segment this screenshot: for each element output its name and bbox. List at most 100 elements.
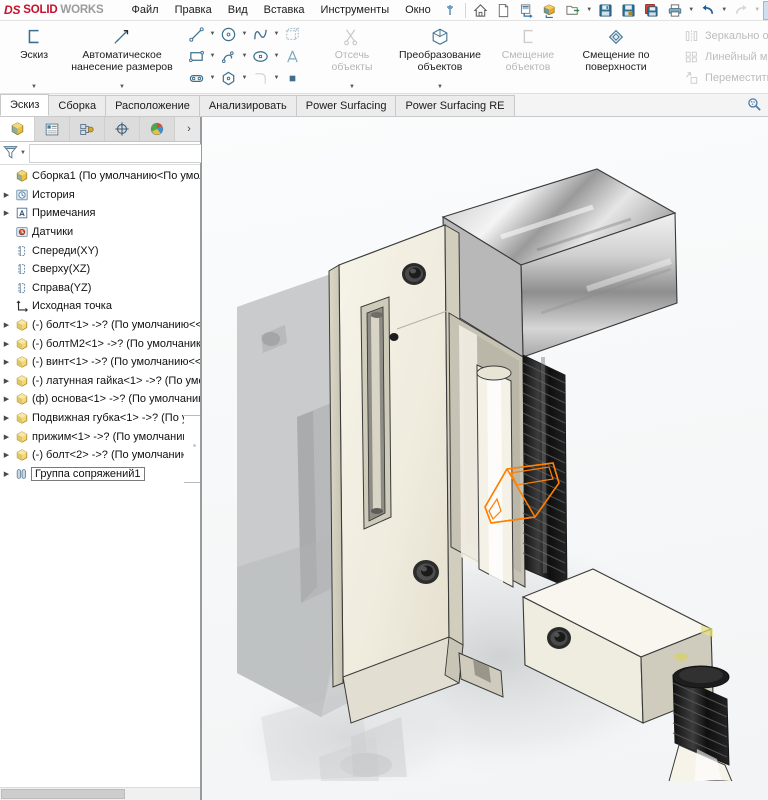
rectangle-caret[interactable]: ▼ [208, 53, 217, 59]
tab-evaluate[interactable]: Анализировать [198, 95, 297, 116]
polygon-tool[interactable]: ▼ [217, 67, 249, 89]
mate-manager-tab[interactable] [105, 117, 140, 141]
tree-arrow[interactable]: ▶ [0, 191, 13, 199]
redo-icon[interactable] [730, 1, 752, 20]
tree-arrow[interactable]: ▶ [0, 340, 13, 348]
sketch-button[interactable]: Эскиз ▼ [2, 21, 66, 93]
tree-node-front-plane[interactable]: ▶ Спереди(XY) [0, 241, 200, 260]
scrollbar-thumb[interactable] [1, 789, 125, 799]
open-folder-icon[interactable] [562, 1, 584, 20]
tree-arrow[interactable]: ▶ [0, 395, 13, 403]
circle-tool[interactable]: ▼ [217, 23, 249, 45]
tree-node-component-brass-nut-1[interactable]: ▶ (-) латунная гайка<1> ->? (По умо [0, 372, 200, 391]
graphics-viewport[interactable] [201, 117, 768, 800]
offset-entities-button[interactable]: Смещение объектов [496, 21, 560, 93]
display-manager-tab[interactable] [140, 117, 175, 141]
tree-node-component-base-1[interactable]: ▶ (ф) основа<1> ->? (По умолчаник [0, 390, 200, 409]
arc-caret[interactable]: ▼ [240, 53, 249, 59]
line-tool[interactable]: ▼ [185, 23, 217, 45]
tab-power-surfacing[interactable]: Power Surfacing [295, 95, 397, 116]
tree-node-history[interactable]: ▶ История [0, 186, 200, 205]
trim-entities-caret[interactable]: ▼ [349, 84, 355, 93]
polygon-caret[interactable]: ▼ [240, 75, 249, 81]
spline-caret[interactable]: ▼ [272, 31, 281, 37]
ellipse-caret[interactable]: ▼ [272, 53, 281, 59]
print-dropdown-caret[interactable]: ▼ [687, 1, 696, 20]
menu-item-edit[interactable]: Правка [167, 2, 220, 18]
auto-dimension-button[interactable]: Автоматическое нанесение размеров ▼ [66, 21, 178, 93]
undo-dropdown-caret[interactable]: ▼ [720, 1, 729, 20]
menu-item-file[interactable]: Файл [124, 2, 167, 18]
convert-entities-caret[interactable]: ▼ [437, 84, 443, 93]
slot-caret[interactable]: ▼ [208, 75, 217, 81]
open-dropdown-caret[interactable]: ▼ [585, 1, 594, 20]
tab-sketch[interactable]: Эскиз [0, 94, 50, 116]
slot-tool[interactable]: ▼ [185, 67, 217, 89]
auto-dimension-dropdown-caret[interactable]: ▼ [119, 84, 125, 93]
select-cursor-icon[interactable] [762, 0, 768, 20]
rectangle-tool[interactable]: ▼ [185, 45, 217, 67]
menu-item-window[interactable]: Окно [397, 2, 439, 18]
tree-node-component-clamp-1[interactable]: ▶ прижим<1> ->? (По умолчанию< [0, 427, 200, 446]
fillet-caret[interactable]: ▼ [272, 75, 281, 81]
print-icon[interactable] [664, 1, 686, 20]
tab-layout[interactable]: Расположение [105, 95, 200, 116]
filter-caret[interactable]: ▼ [19, 150, 26, 156]
tree-arrow[interactable]: ▶ [0, 358, 13, 366]
linear-pattern-row[interactable]: Линейный массив эскиза ▼ [680, 47, 768, 68]
offset-on-surface-button[interactable]: Смещение по поверхности [560, 21, 672, 93]
tree-arrow[interactable]: ▶ [0, 414, 13, 422]
property-manager-tab[interactable] [35, 117, 70, 141]
arc-tool[interactable]: ▼ [217, 45, 249, 67]
fillet-tool[interactable]: ▼ [249, 67, 281, 89]
line-caret[interactable]: ▼ [208, 31, 217, 37]
circle-caret[interactable]: ▼ [240, 31, 249, 37]
search-magnifier-icon[interactable] [747, 97, 762, 115]
open-document-icon[interactable] [516, 1, 538, 20]
save-icon[interactable] [595, 1, 617, 20]
tree-node-top-plane[interactable]: ▶ Сверху(XZ) [0, 260, 200, 279]
tree-node-component-bolt-2[interactable]: ▶ (-) болт<2> ->? (По умолчанию<< [0, 446, 200, 465]
tree-node-right-plane[interactable]: ▶ Справа(YZ) [0, 279, 200, 298]
3d-sketch-tool[interactable] [281, 23, 313, 45]
trim-entities-button[interactable]: Отсечь объекты ▼ [320, 21, 384, 93]
tree-node-component-screw-1[interactable]: ▶ (-) винт<1> ->? (По умолчанию<< [0, 353, 200, 372]
save-all-icon[interactable] [641, 1, 663, 20]
redo-dropdown-caret[interactable]: ▼ [753, 1, 762, 20]
panel-expander-button[interactable]: › [178, 117, 200, 141]
configuration-manager-tab[interactable] [70, 117, 105, 141]
tree-node-sensors[interactable]: ▶ Датчики [0, 223, 200, 242]
menu-item-view[interactable]: Вид [220, 2, 256, 18]
feature-manager-tab[interactable] [0, 117, 35, 141]
ellipse-tool[interactable]: ▼ [249, 45, 281, 67]
tree-node-component-movable-jaw-1[interactable]: ▶ Подвижная губка<1> ->? (По умол [0, 409, 200, 428]
mirror-entities-row[interactable]: Зеркально отразить объекты [680, 26, 768, 47]
pin-icon[interactable] [439, 1, 461, 20]
tree-filter-input[interactable] [28, 143, 212, 163]
tree-node-assembly-root[interactable]: ▶ Сборка1 (По умолчанию<По умолча [0, 167, 200, 186]
tab-assembly[interactable]: Сборка [48, 95, 107, 116]
tree-node-origin[interactable]: ▶ Исходная точка [0, 297, 200, 316]
sketch-dropdown-caret[interactable]: ▼ [31, 84, 37, 93]
menu-item-insert[interactable]: Вставка [256, 2, 313, 18]
tree-node-annotations[interactable]: ▶ Примечания [0, 204, 200, 223]
spline-tool[interactable]: ▼ [249, 23, 281, 45]
filter-funnel-icon[interactable] [2, 144, 19, 163]
tree-node-component-boltm2-1[interactable]: ▶ (-) болтМ2<1> ->? (По умолчаник [0, 334, 200, 353]
tab-power-surfacing-re[interactable]: Power Surfacing RE [395, 95, 515, 116]
save-as-icon[interactable] [618, 1, 640, 20]
new-document-icon[interactable] [493, 1, 515, 20]
undo-icon[interactable] [697, 1, 719, 20]
move-entities-row[interactable]: Переместить объекты ▼ [680, 68, 768, 89]
tree-arrow[interactable]: ▶ [0, 377, 13, 385]
tree-arrow[interactable]: ▶ [0, 321, 13, 329]
convert-entities-button[interactable]: Преобразование объектов ▼ [384, 21, 496, 93]
tree-arrow[interactable]: ▶ [0, 433, 13, 441]
tree-arrow[interactable]: ▶ [0, 470, 13, 478]
tree-arrow[interactable]: ▶ [0, 209, 13, 217]
tree-horizontal-scrollbar[interactable] [0, 787, 200, 800]
tree-node-component-bolt-1[interactable]: ▶ (-) болт<1> ->? (По умолчанию<< [0, 316, 200, 335]
home-icon[interactable] [470, 1, 492, 20]
tree-node-mates-group-1[interactable]: ▶ Группа сопряжений1 [0, 465, 200, 484]
text-tool[interactable] [281, 45, 313, 67]
